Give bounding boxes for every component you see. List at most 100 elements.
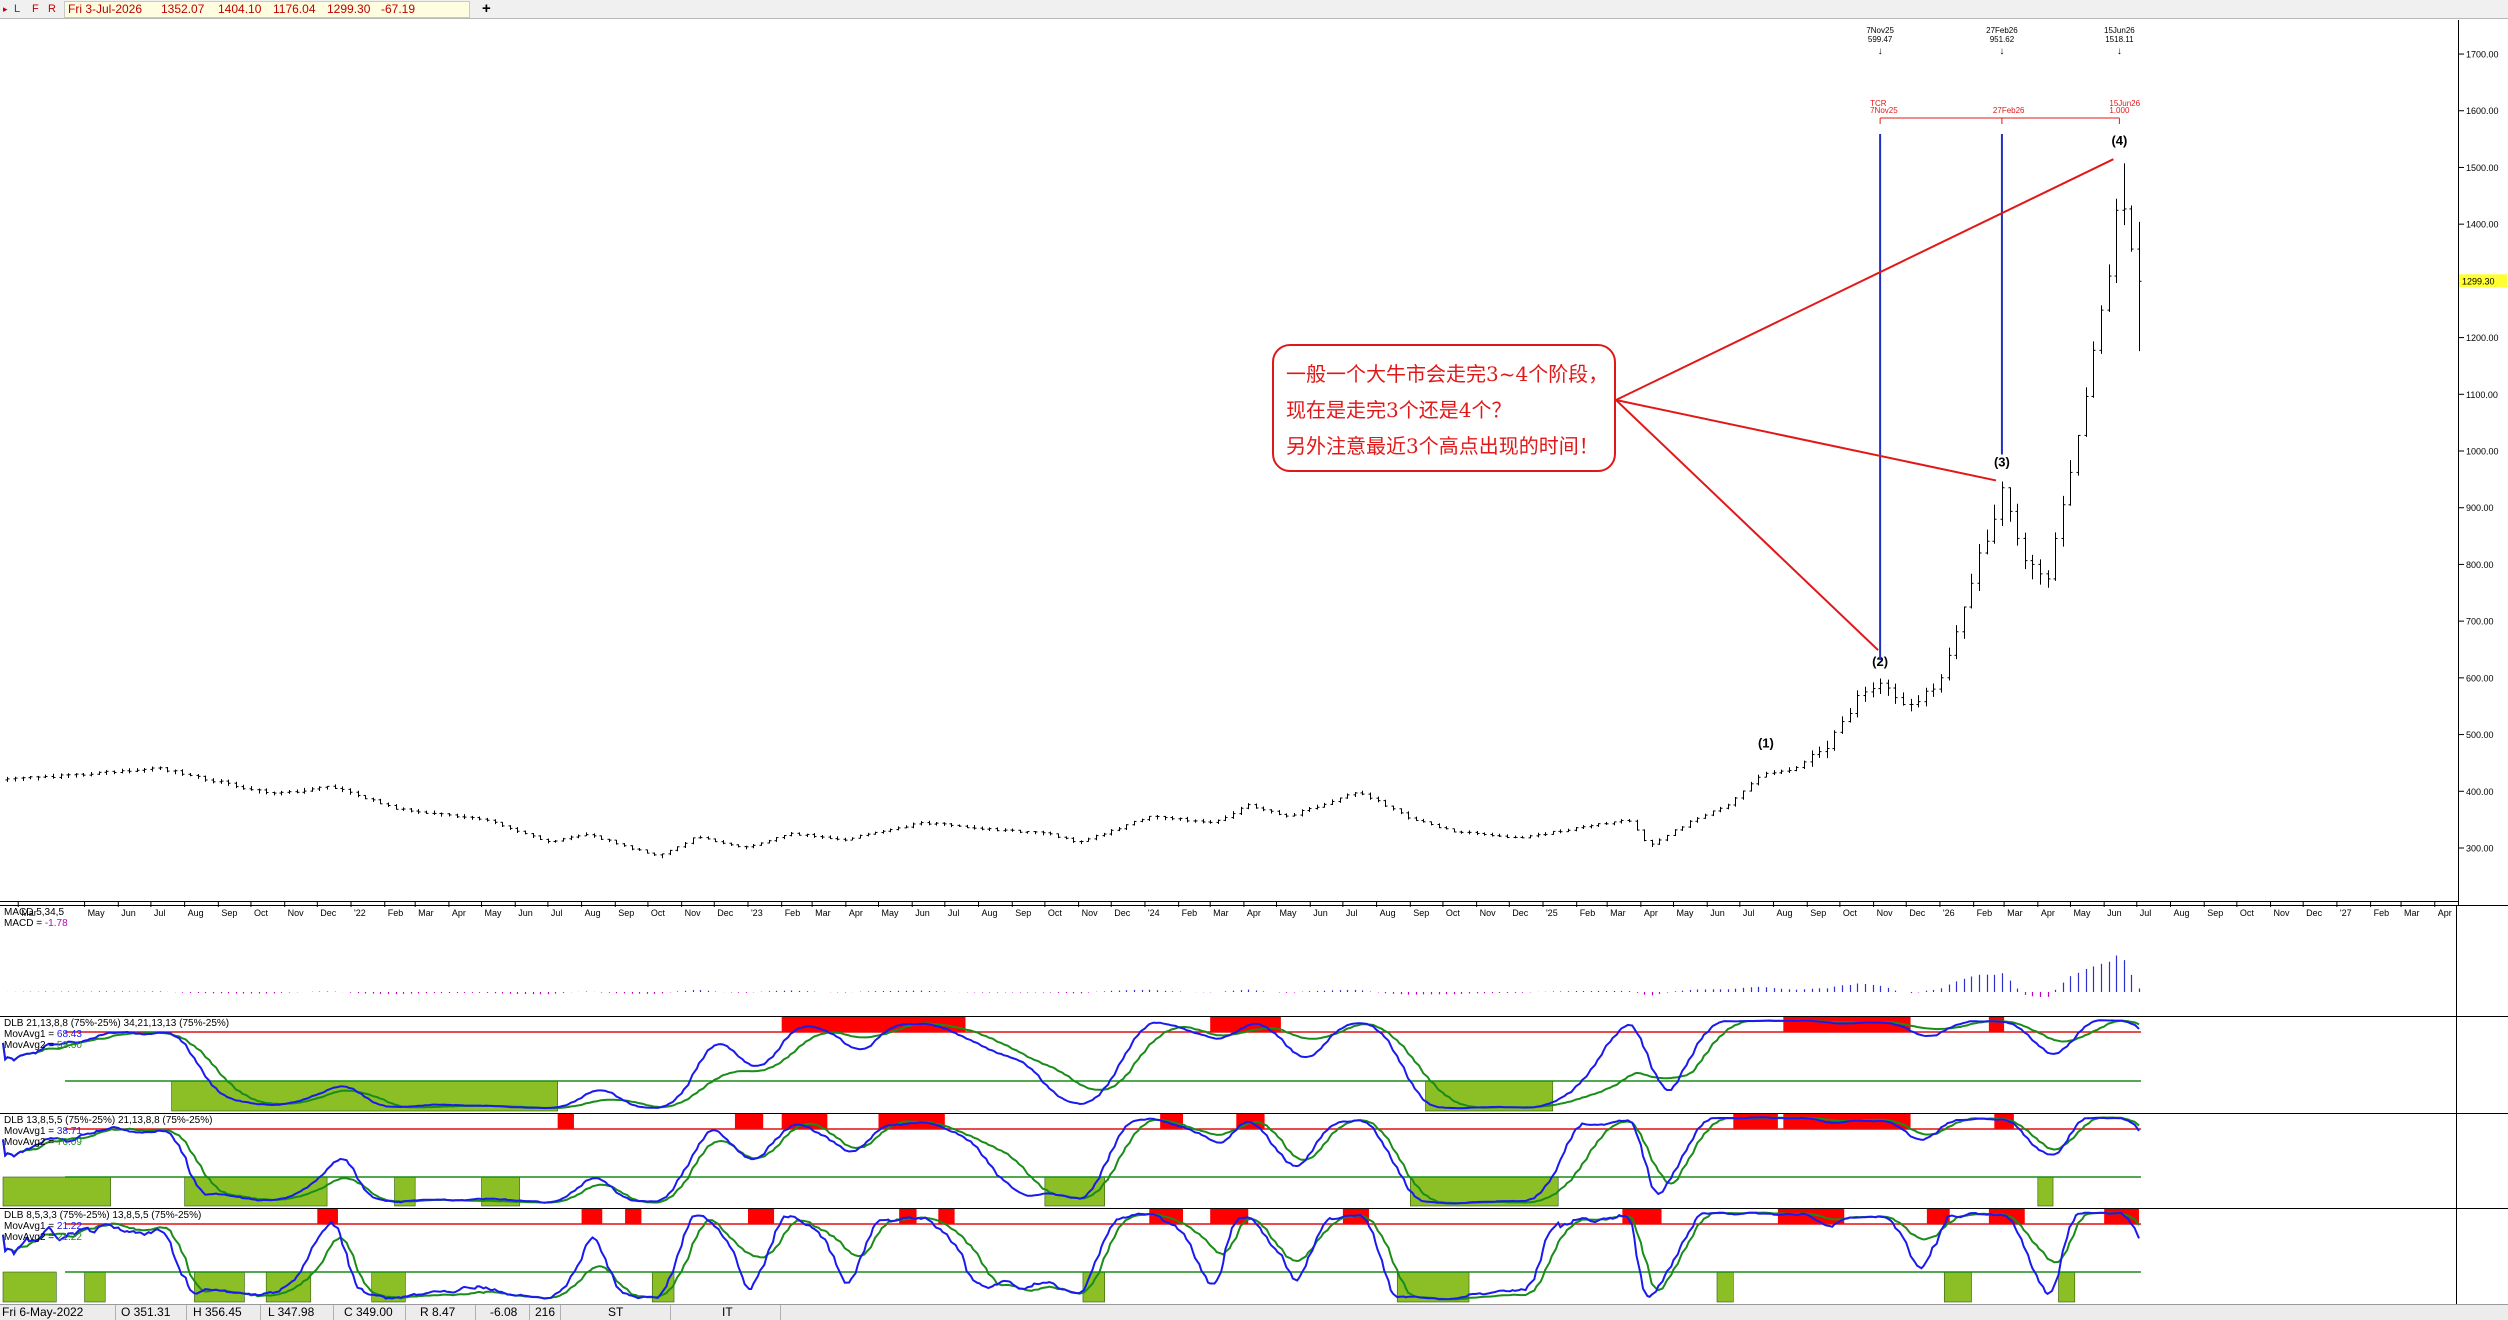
time-tick-label: Jun xyxy=(1710,908,1725,918)
dlb-legend: DLB 21,13,8,8 (75%-25%) 34,21,13,13 (75%… xyxy=(4,1018,229,1029)
overbought-zone xyxy=(557,1114,574,1129)
price-tick-label: 500.00 xyxy=(2466,730,2494,740)
macd-value-label: MACD = -1.78 xyxy=(4,918,68,929)
movavg1-line xyxy=(2,1211,2140,1301)
status-high: H 356.45 xyxy=(193,1305,242,1319)
price-tick-label: 1000.00 xyxy=(2466,447,2499,457)
time-tick-label: Jun xyxy=(2107,908,2122,918)
movavg2-line xyxy=(2,1211,2140,1301)
time-tick-label: Nov xyxy=(1877,908,1894,918)
oversold-zone xyxy=(2,1271,57,1303)
oversold-zone xyxy=(1716,1271,1734,1303)
time-tick-label: Jun xyxy=(121,908,136,918)
time-tick-label: '24 xyxy=(1148,908,1160,918)
overbought-zone xyxy=(2104,1209,2139,1224)
time-tick-label: Apr xyxy=(452,908,466,918)
price-tick-label: 600.00 xyxy=(2466,673,2494,683)
status-st: ST xyxy=(608,1305,624,1319)
time-tick-label: Jun xyxy=(1313,908,1328,918)
oversold-zone xyxy=(84,1271,106,1303)
status-close: C 349.00 xyxy=(344,1305,393,1319)
time-tick-label: Feb xyxy=(1580,908,1596,918)
status-range: R 8.47 xyxy=(420,1305,456,1319)
time-tick-label: May xyxy=(88,908,106,918)
time-tick-label: '25 xyxy=(1546,908,1558,918)
time-tick-label: Mar xyxy=(1213,908,1229,918)
overbought-zone xyxy=(317,1209,338,1224)
indicator-levels xyxy=(65,1031,2141,1273)
status-low: L 347.98 xyxy=(268,1305,315,1319)
time-tick-label: Mar xyxy=(815,908,831,918)
time-tick-label: May xyxy=(881,908,899,918)
time-tick-label: Feb xyxy=(1977,908,1993,918)
dlb-legend: DLB 8,5,3,3 (75%-25%) 13,8,5,5 (75%-25%) xyxy=(4,1210,201,1221)
time-tick-label: '22 xyxy=(354,908,366,918)
time-tick-label: Nov xyxy=(1082,908,1099,918)
time-tick-label: Aug xyxy=(982,908,998,918)
time-tick-label: Sep xyxy=(221,908,237,918)
overbought-zone xyxy=(1988,1017,2005,1032)
price-tick-label: 1100.00 xyxy=(2466,390,2498,400)
time-tick-label: Jun xyxy=(915,908,930,918)
oversold-zone xyxy=(2058,1271,2076,1303)
callout-line-1: 一般一个大牛市会走完3~4个阶段， xyxy=(1286,362,1609,386)
time-tick-label: Oct xyxy=(651,908,666,918)
overbought-zone xyxy=(899,1209,917,1224)
time-tick-label: Mar xyxy=(2007,908,2023,918)
time-tick-label: Sep xyxy=(2207,908,2223,918)
callout-line-2: 现在是走完3个还是4个？ xyxy=(1286,398,1512,422)
top-marker-date: 15Jun26 xyxy=(2104,26,2135,35)
price-tick-label: 1700.00 xyxy=(2466,50,2499,60)
top-marker-date: 27Feb26 xyxy=(1986,26,2018,35)
time-tick-label: Dec xyxy=(320,908,337,918)
time-tick-label: Apr xyxy=(2438,908,2452,918)
movavg1-label: MovAvg1 = 68.43 xyxy=(4,1029,82,1040)
top-marker-arrow: ↓ xyxy=(1999,46,2004,57)
chart-canvas: 300.00 400.00 500.00 600.00 700.00 800.00 900.… xyxy=(0,20,2508,1304)
status-count: 216 xyxy=(535,1305,556,1319)
time-tick-label: Jul xyxy=(1743,908,1755,918)
price-tick-label: 800.00 xyxy=(2466,560,2494,570)
time-tick-label: Apr xyxy=(1247,908,1261,918)
wave-label: (3) xyxy=(1994,454,2010,469)
time-tick-label: Aug xyxy=(188,908,204,918)
overbought-zone xyxy=(747,1209,775,1224)
time-tick-label: '27 xyxy=(2340,908,2352,918)
oversold-zone xyxy=(1943,1271,1972,1303)
top-marker-arrow: ↓ xyxy=(1878,46,1883,57)
time-tick-label: Aug xyxy=(1380,908,1396,918)
macd-legend: MACD 5,34,5 xyxy=(4,907,64,918)
wave-label: (4) xyxy=(2111,133,2127,148)
overbought-zone xyxy=(734,1114,764,1129)
time-tick-label: Jul xyxy=(154,908,166,918)
time-tick-label: Feb xyxy=(785,908,801,918)
top-marker-arrow: ↓ xyxy=(2117,46,2122,57)
time-tick-label: Nov xyxy=(1480,908,1497,918)
macd-histogram xyxy=(6,955,2141,997)
movavg2-label: MovAvg2 = 21.22 xyxy=(4,1232,82,1243)
price-tick-label: 1600.00 xyxy=(2466,106,2499,116)
time-tick-label: Dec xyxy=(717,908,734,918)
time-tick-label: Sep xyxy=(1015,908,1031,918)
time-tick-label: May xyxy=(485,908,503,918)
time-tick-label: Jul xyxy=(948,908,960,918)
time-tick-label: '23 xyxy=(751,908,763,918)
last-price-label: 1299.30 xyxy=(2462,276,2495,286)
time-tick-label: Oct xyxy=(1843,908,1858,918)
time-tick-label: Feb xyxy=(2374,908,2390,918)
movavg1-label: MovAvg1 = 21.22 xyxy=(4,1221,82,1232)
top-marker-value: 599.47 xyxy=(1868,35,1893,44)
time-tick-label: Nov xyxy=(685,908,702,918)
oversold-zone xyxy=(2037,1176,2054,1207)
time-tick-label: Sep xyxy=(1413,908,1429,918)
oversold-zone xyxy=(265,1271,312,1303)
oversold-zone xyxy=(194,1271,245,1303)
wave-label: (1) xyxy=(1758,735,1774,750)
time-tick-label: Aug xyxy=(585,908,601,918)
top-marker-value: 1518.11 xyxy=(2105,35,2134,44)
time-tick-label: Aug xyxy=(2173,908,2189,918)
time-tick-label: Apr xyxy=(2041,908,2055,918)
time-tick-label: Jul xyxy=(2140,908,2152,918)
time-tick-label: '26 xyxy=(1943,908,1955,918)
price-tick-label: 1500.00 xyxy=(2466,163,2499,173)
